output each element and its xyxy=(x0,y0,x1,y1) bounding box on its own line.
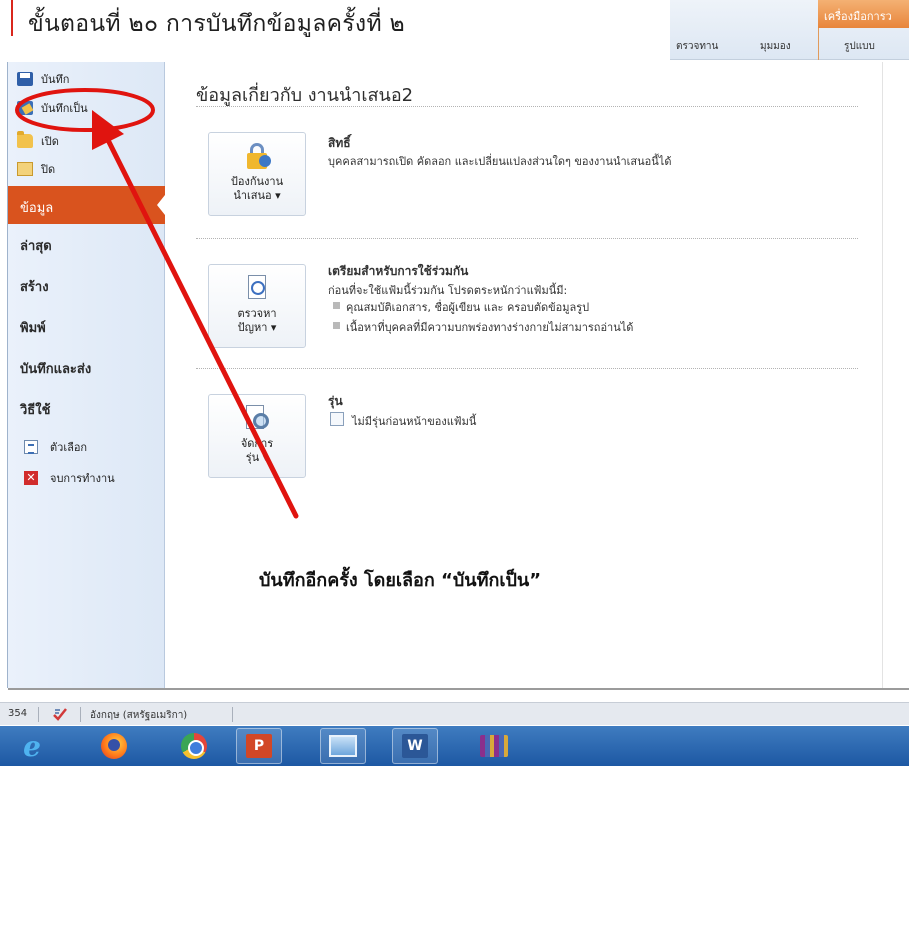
exit-icon: ✕ xyxy=(24,471,38,485)
left-accent-line xyxy=(11,0,13,36)
screenshot-stage: ขั้นตอนที่ ๒๐ การบันทึกข้อมูลครั้งที่ ๒ … xyxy=(0,0,909,934)
lock-icon xyxy=(241,141,273,171)
status-separator xyxy=(232,707,233,722)
status-bar: 354 อังกฤษ (สหรัฐอเมริกา) xyxy=(0,702,909,725)
status-separator xyxy=(80,707,81,722)
button-label-line: ป้องกันงาน xyxy=(230,175,284,188)
button-label-line: ปัญหา ▾ xyxy=(237,321,277,334)
ribbon-separator xyxy=(818,28,819,60)
manage-versions-button[interactable]: จัดการ รุ่น ▾ xyxy=(208,394,306,478)
language-indicator[interactable]: อังกฤษ (สหรัฐอเมริกา) xyxy=(90,708,187,723)
firefox-icon[interactable] xyxy=(96,728,132,764)
ribbon-contextual-tab[interactable]: เครื่องมือการว xyxy=(818,0,909,28)
button-label-line: ตรวจหา xyxy=(237,307,277,320)
word-icon[interactable]: W xyxy=(392,728,438,764)
version-magnifier-icon xyxy=(241,403,273,433)
sidebar-item-save[interactable]: บันทึก xyxy=(17,68,69,90)
sidebar-item-help[interactable]: วิธีใช้ xyxy=(8,390,165,428)
divider xyxy=(196,106,858,107)
spellcheck-icon[interactable] xyxy=(52,706,68,722)
ribbon-tab-format[interactable]: รูปแบบ xyxy=(844,39,875,54)
folder-close-icon xyxy=(17,162,33,176)
folder-open-icon xyxy=(17,131,33,148)
sidebar-item-label: ปิด xyxy=(41,163,56,176)
chrome-icon[interactable] xyxy=(176,728,212,764)
section-text: ก่อนที่จะใช้แฟ้มนี้ร่วมกัน โปรดตระหนักว่… xyxy=(328,284,568,297)
sidebar-item-close[interactable]: ปิด xyxy=(17,158,55,180)
button-label-line: รุ่น ▾ xyxy=(245,451,269,464)
taskbar: e P W xyxy=(0,726,909,766)
sidebar-item-print[interactable]: พิมพ์ xyxy=(8,308,165,346)
step-title: ขั้นตอนที่ ๒๐ การบันทึกข้อมูลครั้งที่ ๒ xyxy=(28,11,405,37)
sidebar-item-open[interactable]: เปิด xyxy=(17,130,59,152)
sidebar-item-label: บันทึกเป็น xyxy=(41,102,88,115)
bullet-marker xyxy=(333,302,340,309)
right-border xyxy=(882,62,883,688)
button-label-line: จัดการ xyxy=(240,437,274,450)
section-heading-permissions: สิทธิ์ xyxy=(328,136,351,150)
section-heading-versions: รุ่น xyxy=(328,394,343,408)
sidebar-item-label: ตัวเลือก xyxy=(50,441,88,454)
sidebar-item-label: เปิด xyxy=(41,135,59,148)
save-as-icon xyxy=(17,101,33,115)
protect-presentation-button[interactable]: ป้องกันงาน นำเสนอ ▾ xyxy=(208,132,306,216)
version-file-icon xyxy=(330,412,344,426)
sidebar-item-info[interactable]: ข้อมูล xyxy=(8,186,165,224)
divider xyxy=(196,238,858,239)
window-preview-icon[interactable] xyxy=(320,728,366,764)
section-text: ไม่มีรุ่นก่อนหน้าของแฟ้มนี้ xyxy=(352,415,477,428)
save-icon xyxy=(17,72,33,86)
section-heading-sharing: เตรียมสำหรับการใช้ร่วมกัน xyxy=(328,264,469,278)
backstage-sidebar: บันทึก บันทึกเป็น เปิด ปิด ข้อมูล ล่าสุด… xyxy=(8,62,165,688)
sidebar-item-new[interactable]: สร้าง xyxy=(8,267,165,305)
internet-explorer-icon[interactable]: e xyxy=(14,728,50,764)
options-icon xyxy=(24,440,38,454)
slide-number: 354 xyxy=(8,708,28,719)
sidebar-item-save-as[interactable]: บันทึกเป็น xyxy=(17,97,88,119)
sidebar-item-recent[interactable]: ล่าสุด xyxy=(8,226,165,264)
page-title: ข้อมูลเกี่ยวกับ งานนำเสนอ2 xyxy=(196,85,414,106)
section-text: บุคคลสามารถเปิด คัดลอก และเปลี่ยนแปลงส่ว… xyxy=(328,155,672,168)
winrar-icon[interactable] xyxy=(476,728,512,764)
sidebar-item-label: จบการทำงาน xyxy=(50,472,115,485)
active-item-pointer xyxy=(157,190,169,220)
list-item: คุณสมบัติเอกสาร, ชื่อผู้เขียน และ ครอบตั… xyxy=(346,301,590,314)
check-for-issues-button[interactable]: ตรวจหา ปัญหา ▾ xyxy=(208,264,306,348)
window-bottom-border xyxy=(8,688,909,690)
bullet-marker xyxy=(333,322,340,329)
divider xyxy=(196,368,858,369)
sidebar-item-save-send[interactable]: บันทึกและส่ง xyxy=(8,349,165,387)
list-item: เนื้อหาที่บุคคลที่มีความบกพร่องทางร่างกา… xyxy=(346,321,634,334)
sidebar-item-label: บันทึก xyxy=(41,73,70,86)
sidebar-item-options[interactable]: ตัวเลือก xyxy=(24,438,87,456)
inspect-document-icon xyxy=(241,273,273,303)
ribbon-tab-view[interactable]: มุมมอง xyxy=(760,39,791,54)
status-separator xyxy=(38,707,39,722)
ribbon-tab-review[interactable]: ตรวจทาน xyxy=(676,39,718,54)
button-label-line: นำเสนอ ▾ xyxy=(233,189,281,202)
sidebar-item-exit[interactable]: ✕ จบการทำงาน xyxy=(24,469,115,487)
powerpoint-icon[interactable]: P xyxy=(236,728,282,764)
annotation-caption: บันทึกอีกครั้ง โดยเลือก “บันทึกเป็น” xyxy=(259,570,542,591)
blank-area xyxy=(0,766,909,934)
